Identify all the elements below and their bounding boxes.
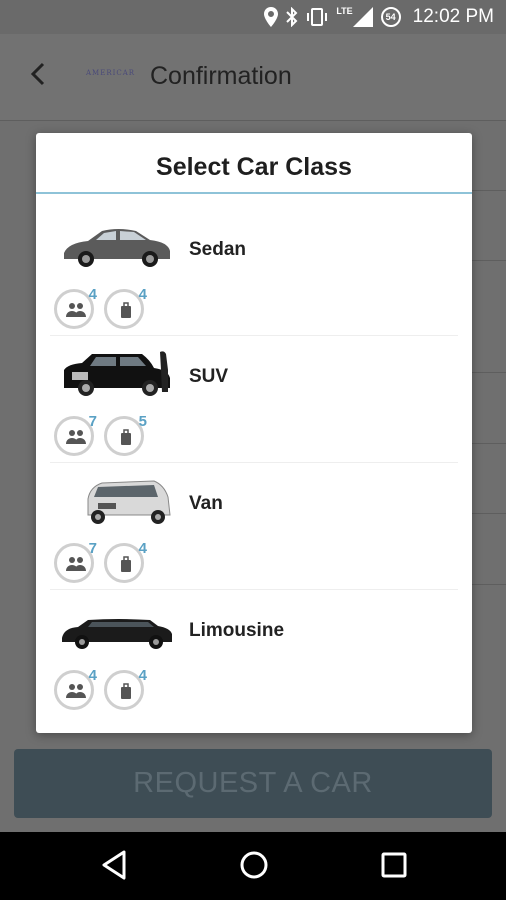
bluetooth-icon: [286, 7, 298, 27]
recents-square-icon[interactable]: [380, 851, 408, 879]
sedan-car-image: [64, 229, 170, 267]
dialog-title-divider: [36, 192, 472, 194]
limousine-car-image: [62, 619, 172, 649]
passenger-count: 7: [88, 413, 97, 430]
car-name: Sedan: [189, 239, 247, 260]
luggage-count: 4: [138, 540, 147, 557]
car-option-limousine[interactable]: Limousine 4 4: [36, 592, 472, 720]
luggage-capacity-badge: 4: [104, 540, 147, 583]
people-icon: [66, 303, 86, 317]
luggage-capacity-badge: 5: [104, 413, 147, 456]
car-option-sedan[interactable]: Sedan 4 4: [36, 211, 472, 339]
row-divider: [50, 589, 458, 590]
car-option-van[interactable]: Van 7 4: [36, 465, 472, 593]
location-icon: [264, 7, 279, 27]
car-name: SUV: [189, 366, 229, 387]
lte-label: LTE: [336, 6, 353, 16]
luggage-capacity-badge: 4: [104, 286, 147, 329]
back-triangle-icon[interactable]: [100, 849, 128, 881]
signal-icon: [352, 7, 373, 27]
back-arrow-icon[interactable]: [28, 62, 48, 86]
notification-badge: 54: [380, 7, 401, 27]
app-bar: AMERICAR Confirmation: [0, 34, 506, 120]
passenger-capacity-badge: 4: [54, 667, 97, 710]
luggage-count: 4: [138, 667, 147, 684]
row-divider: [50, 462, 458, 463]
passenger-capacity-badge: 7: [54, 540, 97, 583]
clock: 12:02 PM: [412, 6, 494, 27]
luggage-icon: [121, 556, 131, 572]
van-car-image: [87, 480, 171, 524]
brand-logo: AMERICAR: [86, 69, 136, 77]
vibrate-icon: [307, 8, 328, 26]
luggage-icon: [121, 302, 131, 318]
car-name: Limousine: [189, 620, 285, 641]
car-name: Van: [189, 493, 223, 514]
suv-car-image: [64, 351, 170, 396]
status-bar: LTE 54 12:02 PM: [0, 0, 506, 34]
passenger-count: 7: [88, 540, 97, 557]
page-title: Confirmation: [150, 62, 292, 90]
luggage-count: 5: [138, 413, 147, 430]
passenger-count: 4: [88, 286, 97, 303]
request-car-button[interactable]: REQUEST A CAR: [14, 749, 492, 818]
passenger-capacity-badge: 7: [54, 413, 97, 456]
car-option-suv[interactable]: SUV 7 5: [36, 338, 472, 466]
luggage-count: 4: [138, 286, 147, 303]
people-icon: [66, 557, 86, 571]
luggage-icon: [121, 683, 131, 699]
people-icon: [66, 430, 86, 444]
row-divider: [50, 335, 458, 336]
status-icons: LTE 54 12:02 PM: [264, 6, 494, 28]
dialog-title: Select Car Class: [156, 153, 352, 181]
select-car-class-dialog: Select Car Class Sedan 4 4 SUV 7 5 Van 7…: [36, 133, 472, 733]
people-icon: [66, 684, 86, 698]
system-nav-bar: [0, 832, 506, 900]
passenger-capacity-badge: 4: [54, 286, 97, 329]
luggage-icon: [121, 429, 131, 445]
home-circle-icon[interactable]: [238, 849, 270, 881]
passenger-count: 4: [88, 667, 97, 684]
luggage-capacity-badge: 4: [104, 667, 147, 710]
